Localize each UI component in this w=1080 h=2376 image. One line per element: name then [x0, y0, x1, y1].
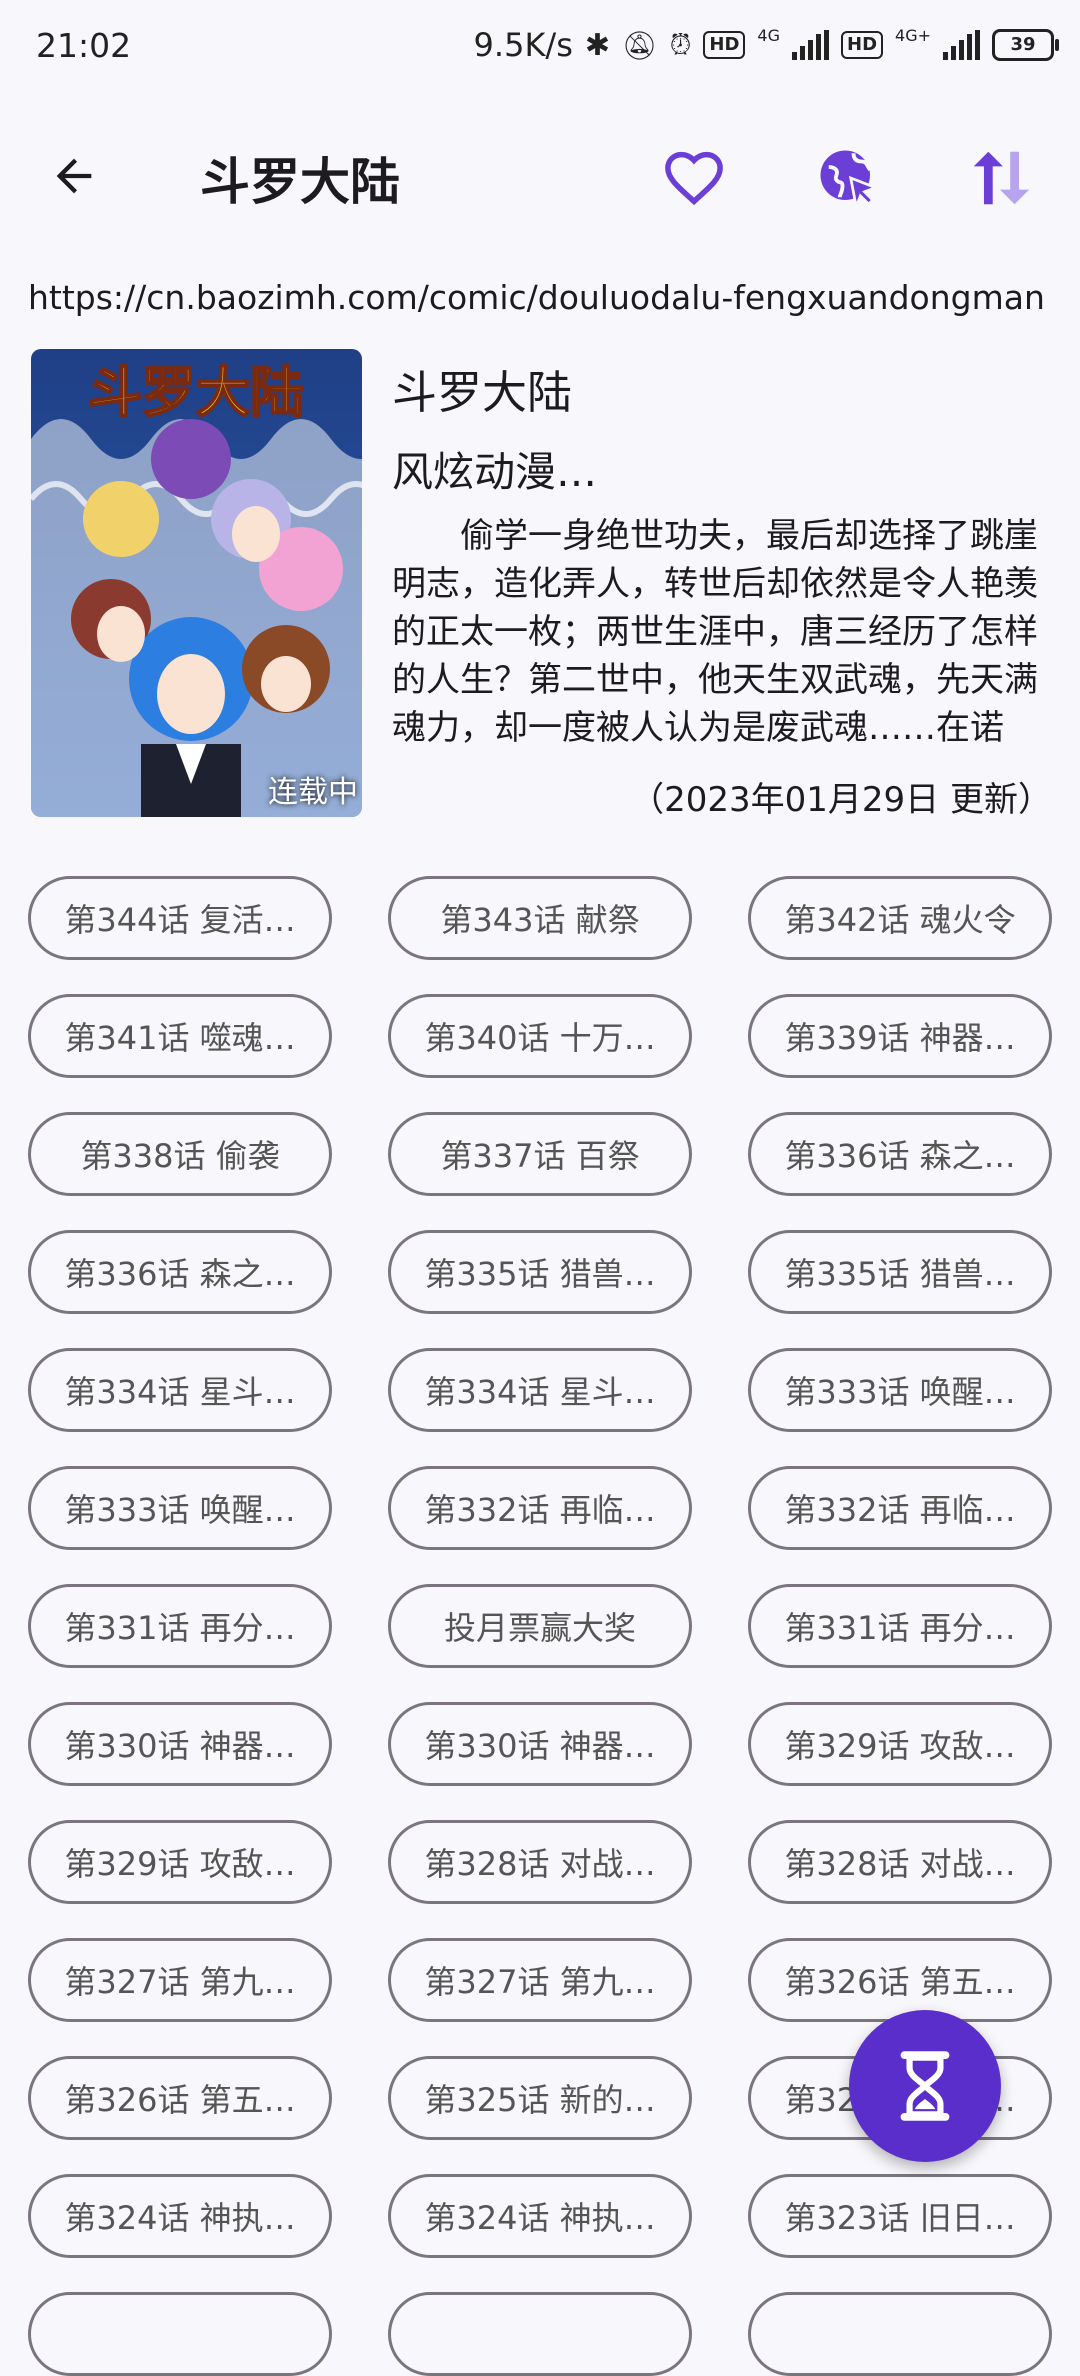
chapter-chip[interactable]: 第333话 唤醒… [28, 1466, 332, 1550]
chapter-chip[interactable]: 第326话 第五… [748, 1938, 1052, 2022]
chapter-chip[interactable]: 第336话 森之… [748, 1112, 1052, 1196]
sort-button[interactable] [960, 138, 1040, 218]
alarm-icon: ⏰︎ [669, 28, 692, 61]
hd-badge-2: HD [841, 31, 884, 59]
status-bar: 21:02 9.5K/s ✱ 🔕︎ ⏰︎ HD 4G HD 4G+ 39 [0, 0, 1080, 96]
chapter-chip[interactable]: 第324话 神执… [28, 2174, 332, 2258]
globe-cursor-icon [820, 150, 880, 211]
network-type: 4G [757, 26, 780, 45]
chapter-chip[interactable]: 第327话 第九… [28, 1938, 332, 2022]
chapter-chip[interactable]: 第329话 攻敌… [28, 1820, 332, 1904]
status-time: 21:02 [36, 26, 132, 65]
update-date: （2023年01月29日 更新） [630, 780, 1052, 820]
hd-badge: HD [703, 31, 746, 59]
heart-icon [665, 151, 723, 206]
bell-off-icon: 🔕︎ [622, 28, 658, 62]
signal-icon-2 [943, 30, 980, 60]
comic-description: 偷学一身绝世功夫，最后却选择了跳崖明志，造化弄人，转世后却依然是令人艳羡的正太一… [392, 516, 1038, 748]
app-bar: 斗罗大陆 [0, 110, 1080, 240]
chapter-chip[interactable]: 第327话 第九… [388, 1938, 692, 2022]
chapter-chip[interactable] [28, 2292, 332, 2376]
chapter-chip[interactable]: 第334话 星斗… [28, 1348, 332, 1432]
chapter-chip[interactable]: 第338话 偷袭 [28, 1112, 332, 1196]
signal-icon [792, 30, 829, 60]
hourglass-icon [900, 2051, 950, 2121]
chapter-chip[interactable]: 第335话 猎兽… [748, 1230, 1052, 1314]
chapter-chip[interactable]: 第340话 十万… [388, 994, 692, 1078]
comic-url[interactable]: https://cn.baozimh.com/comic/douluodalu-… [28, 278, 1045, 317]
chapter-chip[interactable]: 第331话 再分… [748, 1584, 1052, 1668]
chapter-chip[interactable]: 第333话 唤醒… [748, 1348, 1052, 1432]
chapter-chip[interactable]: 第343话 献祭 [388, 876, 692, 960]
chapter-chip[interactable]: 第325话 新的… [388, 2056, 692, 2140]
chapter-chip[interactable]: 第341话 噬魂… [28, 994, 332, 1078]
chapter-chip[interactable] [388, 2292, 692, 2376]
chapter-chip[interactable]: 第332话 再临… [748, 1466, 1052, 1550]
status-icons: 9.5K/s ✱ 🔕︎ ⏰︎ HD 4G HD 4G+ 39 [473, 26, 1059, 64]
comic-cover: 斗罗大陆 连载中 [31, 349, 362, 817]
chapter-chip[interactable]: 第331话 再分… [28, 1584, 332, 1668]
page-title: 斗罗大陆 [200, 153, 400, 211]
sort-arrows-icon [973, 151, 1030, 205]
chapter-chip[interactable]: 第330话 神器… [388, 1702, 692, 1786]
battery-icon: 39 [992, 29, 1059, 61]
chapter-chip[interactable]: 第335话 猎兽… [388, 1230, 692, 1314]
history-fab[interactable] [849, 2010, 1001, 2162]
comic-author: 风炫动漫… [392, 448, 597, 496]
chapter-chip[interactable]: 第337话 百祭 [388, 1112, 692, 1196]
cover-image: 斗罗大陆 [31, 349, 362, 817]
chapter-chip[interactable]: 第336话 森之… [28, 1230, 332, 1314]
back-arrow-icon [56, 158, 92, 194]
open-web-button[interactable] [808, 138, 888, 218]
chapter-chip[interactable]: 第329话 攻敌… [748, 1702, 1052, 1786]
chapter-chip[interactable]: 第326话 第五… [28, 2056, 332, 2140]
chapter-chip[interactable]: 第324话 神执… [388, 2174, 692, 2258]
favorite-button[interactable] [654, 138, 734, 218]
chapter-chip[interactable]: 第339话 神器… [748, 994, 1052, 1078]
serial-status-badge: 连载中 [268, 775, 358, 810]
chapter-chip[interactable]: 第328话 对战… [748, 1820, 1052, 1904]
chapter-chip[interactable]: 第323话 旧日… [748, 2174, 1052, 2258]
comic-title: 斗罗大陆 [392, 366, 573, 419]
chapter-chip[interactable]: 第344话 复活… [28, 876, 332, 960]
network-type-2: 4G+ [895, 26, 931, 45]
chapter-chip[interactable]: 投月票赢大奖 [388, 1584, 692, 1668]
cover-logo: 斗罗大陆 [88, 360, 304, 424]
chapter-chip[interactable]: 第332话 再临… [388, 1466, 692, 1550]
net-speed: 9.5K/s [473, 26, 573, 64]
chapter-chip[interactable]: 第328话 对战… [388, 1820, 692, 1904]
back-button[interactable] [40, 142, 108, 210]
chapter-chip[interactable]: 第334话 星斗… [388, 1348, 692, 1432]
chapter-chip[interactable]: 第330话 神器… [28, 1702, 332, 1786]
chapter-chip[interactable] [748, 2292, 1052, 2376]
chapter-chip[interactable]: 第342话 魂火令 [748, 876, 1052, 960]
bluetooth-icon: ✱ [584, 27, 611, 63]
